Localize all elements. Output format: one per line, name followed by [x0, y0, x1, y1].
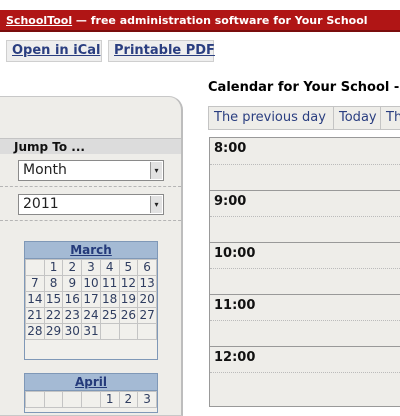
calendar-day[interactable]: 17 — [81, 291, 101, 308]
chevron-down-icon[interactable]: ▾ — [150, 162, 162, 179]
jump-to-label: Jump To ... — [0, 138, 181, 154]
day-schedule-grid: 8:00 9:00 10:00 11:00 12:00 — [209, 137, 400, 407]
mini-calendar-april: April 1 2 3 — [24, 373, 158, 413]
calendar-day — [25, 259, 45, 276]
calendar-day[interactable]: 1 — [43, 259, 64, 276]
half-hour-divider — [210, 268, 400, 269]
calendar-day[interactable]: 7 — [25, 275, 45, 292]
day-navigation: The previous day Today Th — [208, 106, 400, 130]
calendar-day[interactable]: 10 — [81, 275, 101, 292]
hour-label: 10:00 — [214, 246, 256, 261]
month-select-value: Month — [23, 162, 67, 178]
chevron-down-icon[interactable]: ▾ — [150, 196, 162, 213]
hour-label: 11:00 — [214, 298, 256, 313]
calendar-day[interactable]: 22 — [43, 307, 64, 324]
calendar-day[interactable]: 5 — [118, 259, 139, 276]
calendar-week-row: 1 2 3 4 5 6 — [25, 259, 157, 276]
calendar-day[interactable]: 2 — [62, 259, 83, 276]
next-day-link[interactable]: Th — [381, 107, 400, 129]
calendar-week-row: 21 22 23 24 25 26 27 — [25, 307, 157, 324]
divider — [0, 186, 181, 187]
mini-calendar-month-link[interactable]: March — [25, 242, 157, 259]
calendar-day[interactable]: 13 — [137, 275, 157, 292]
year-select[interactable]: 2011 ▾ — [18, 194, 164, 215]
calendar-day[interactable]: 30 — [62, 323, 83, 340]
half-hour-divider — [210, 164, 400, 165]
month-select[interactable]: Month ▾ — [18, 160, 164, 181]
calendar-day[interactable]: 23 — [62, 307, 83, 324]
half-hour-divider — [210, 372, 400, 373]
calendar-day[interactable]: 3 — [81, 259, 101, 276]
calendar-day[interactable]: 14 — [25, 291, 45, 308]
hour-label: 8:00 — [214, 141, 247, 156]
calendar-day[interactable]: 27 — [137, 307, 157, 324]
calendar-week-row: 7 8 9 10 11 12 13 — [25, 275, 157, 292]
today-link[interactable]: Today — [334, 107, 381, 129]
open-in-ical-button[interactable]: Open in iCal — [6, 40, 102, 62]
calendar-day — [137, 323, 157, 340]
calendar-day[interactable]: 12 — [118, 275, 139, 292]
mini-calendar-grid: 1 2 3 4 5 6 7 8 9 10 11 12 13 14 15 16 1… — [25, 259, 157, 340]
calendar-day[interactable]: 4 — [99, 259, 120, 276]
app-tagline: — free administration software for Your … — [72, 14, 368, 27]
calendar-day — [99, 323, 120, 340]
calendar-day[interactable]: 11 — [99, 275, 120, 292]
calendar-day[interactable]: 18 — [99, 291, 120, 308]
calendar-day[interactable]: 6 — [137, 259, 157, 276]
calendar-day[interactable]: 31 — [81, 323, 101, 340]
calendar-day[interactable]: 29 — [43, 323, 64, 340]
calendar-day[interactable]: 19 — [118, 291, 139, 308]
year-select-value: 2011 — [23, 196, 59, 212]
previous-day-link[interactable]: The previous day — [209, 107, 334, 129]
divider — [0, 220, 181, 221]
mini-calendar-march: March 1 2 3 4 5 6 7 8 9 10 11 12 13 14 1… — [24, 241, 158, 360]
hour-label: 12:00 — [214, 350, 256, 365]
calendar-day[interactable]: 8 — [43, 275, 64, 292]
app-header-bar: SchoolTool — free administration softwar… — [0, 10, 400, 32]
calendar-day[interactable]: 26 — [118, 307, 139, 324]
calendar-day[interactable]: 20 — [137, 291, 157, 308]
calendar-week-row: 14 15 16 17 18 19 20 — [25, 291, 157, 308]
half-hour-divider — [210, 216, 400, 217]
app-name-link[interactable]: SchoolTool — [6, 14, 72, 27]
printable-pdf-button[interactable]: Printable PDF — [108, 40, 215, 62]
hour-label: 9:00 — [214, 194, 247, 209]
calendar-day[interactable]: 25 — [99, 307, 120, 324]
calendar-day[interactable]: 15 — [43, 291, 64, 308]
calendar-day[interactable]: 9 — [62, 275, 83, 292]
calendar-day — [118, 323, 139, 340]
page-title: Calendar for Your School - — [208, 80, 400, 95]
calendar-day[interactable]: 28 — [25, 323, 45, 340]
mini-calendar-month-link[interactable]: April — [25, 374, 157, 391]
calendar-week-row: 28 29 30 31 — [25, 323, 157, 340]
half-hour-divider — [210, 320, 400, 321]
calendar-day[interactable]: 24 — [81, 307, 101, 324]
calendar-day[interactable]: 21 — [25, 307, 45, 324]
calendar-day[interactable]: 16 — [62, 291, 83, 308]
